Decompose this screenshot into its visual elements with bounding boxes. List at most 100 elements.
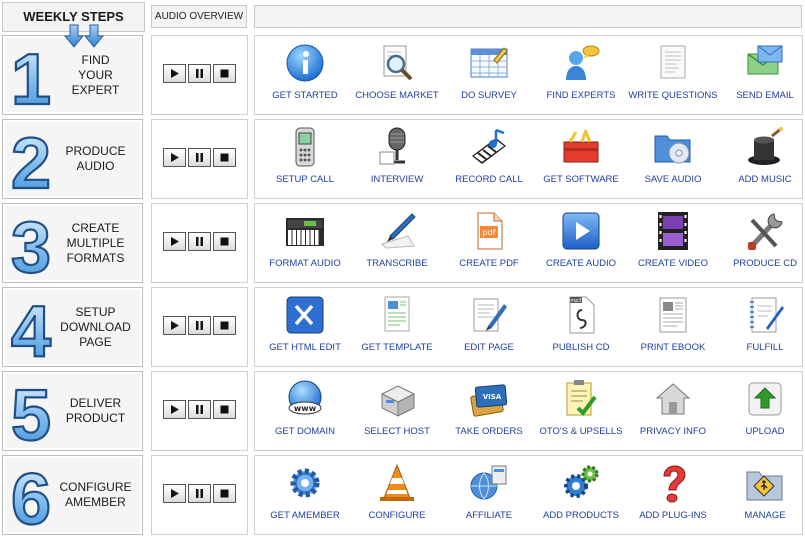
stop-button[interactable] <box>213 148 236 167</box>
step-2-icon-grid: SETUP CALL INTERVIEW RECORD CALL GET SOF… <box>254 119 803 199</box>
play-button[interactable] <box>163 64 186 83</box>
stop-button[interactable] <box>213 64 236 83</box>
pause-button[interactable] <box>188 484 211 503</box>
step-3-item-film-strip[interactable]: CREATE VIDEO <box>626 210 720 280</box>
step-6-icon-grid: GET AMEMBER CONFIGURE AFFILIATE ADD PROD… <box>254 455 803 535</box>
step-1-item-note-doc[interactable]: WRITE QUESTIONS <box>626 42 720 112</box>
magic-hat-icon <box>748 126 783 165</box>
synthesizer-icon <box>286 218 324 246</box>
step-5-title: DELIVER PRODUCT <box>65 396 126 425</box>
step-4-item-newspaper[interactable]: PRINT EBOOK <box>626 294 720 364</box>
step-1-item-magnifier-doc[interactable]: CHOOSE MARKET <box>350 42 444 112</box>
stop-icon <box>220 149 229 167</box>
note-doc-icon <box>660 45 686 79</box>
item-label: WRITE QUESTIONS <box>628 90 718 101</box>
pause-button[interactable] <box>188 64 211 83</box>
step-5-item-server[interactable]: SELECT HOST <box>350 378 444 448</box>
step-4-item-blue-tools[interactable]: GET HTML EDIT <box>258 294 352 364</box>
play-button[interactable] <box>163 232 186 251</box>
step-6-item-traffic-cone[interactable]: CONFIGURE <box>350 462 444 532</box>
step-1-item-spreadsheet[interactable]: DO SURVEY <box>442 42 536 112</box>
step-6-audio-player <box>151 455 248 535</box>
microphone-icon <box>379 127 406 165</box>
doc-template-icon <box>384 296 410 332</box>
step-6-box[interactable]: 6 CONFIGURE AMEMBER <box>2 455 143 535</box>
step-4-item-edit-doc[interactable]: EDIT PAGE <box>442 294 536 364</box>
item-label: FULFILL <box>746 342 784 353</box>
pause-icon <box>195 317 204 335</box>
item-label: CREATE AUDIO <box>545 258 617 269</box>
stop-icon <box>220 317 229 335</box>
step-3-box[interactable]: 3 CREATE MULTIPLE FORMATS <box>2 203 143 283</box>
play-icon <box>170 233 179 251</box>
step-3-item-tools[interactable]: PRODUCE CD <box>718 210 805 280</box>
step-5-item-globe-www[interactable]: www GET DOMAIN <box>258 378 352 448</box>
stop-button[interactable] <box>213 316 236 335</box>
stop-button[interactable] <box>213 484 236 503</box>
step-1-item-user-chat[interactable]: FIND EXPERTS <box>534 42 628 112</box>
item-label: ADD MUSIC <box>738 174 792 185</box>
item-label: UPLOAD <box>745 426 785 437</box>
item-label: PRINT EBOOK <box>640 342 706 353</box>
step-5-item-house[interactable]: PRIVACY INFO <box>626 378 720 448</box>
svg-text:mp3: mp3 <box>570 298 581 304</box>
step-4-item-doc-template[interactable]: GET TEMPLATE <box>350 294 444 364</box>
step-3-item-play-button[interactable]: CREATE AUDIO <box>534 210 628 280</box>
stop-button[interactable] <box>213 400 236 419</box>
svg-text:3: 3 <box>11 210 51 278</box>
play-button[interactable] <box>163 484 186 503</box>
step-4-title: SETUP DOWNLOAD PAGE <box>60 304 131 349</box>
pause-button[interactable] <box>188 316 211 335</box>
play-button[interactable] <box>163 400 186 419</box>
step-6-item-question-mark[interactable]: ADD PLUG-INS <box>626 462 720 532</box>
step-4-icon-grid: GET HTML EDIT GET TEMPLATE EDIT PAGE mp3… <box>254 287 803 367</box>
item-label: GET STARTED <box>272 90 338 101</box>
music-keyboard-icon <box>472 128 506 164</box>
pause-button[interactable] <box>188 232 211 251</box>
item-label: PRIVACY INFO <box>639 426 707 437</box>
step-5-item-upload-arrow[interactable]: UPLOAD <box>718 378 805 448</box>
step-4-item-mp3-file[interactable]: mp3 PUBLISH CD <box>534 294 628 364</box>
stop-button[interactable] <box>213 232 236 251</box>
tools-icon <box>748 213 783 250</box>
step-2-box[interactable]: 2 PRODUCE AUDIO <box>2 119 143 199</box>
step-1-item-info[interactable]: GET STARTED <box>258 42 352 112</box>
step-2-item-folder-cd[interactable]: SAVE AUDIO <box>626 126 720 196</box>
step-number-1-icon: 1 <box>10 42 52 110</box>
step-2-item-mobile-phone[interactable]: SETUP CALL <box>258 126 352 196</box>
step-5-item-credit-cards[interactable]: VISA TAKE ORDERS <box>442 378 536 448</box>
pause-button[interactable] <box>188 400 211 419</box>
step-2-item-toolbox[interactable]: GET SOFTWARE <box>534 126 628 196</box>
step-6-item-folder-sign[interactable]: MANAGE <box>718 462 805 532</box>
step-3-item-synthesizer[interactable]: FORMAT AUDIO <box>258 210 352 280</box>
notebook-pen-icon <box>750 297 784 333</box>
pdf-file-icon: pdf <box>477 212 503 250</box>
step-3-item-pen-paper[interactable]: TRANSCRIBE <box>350 210 444 280</box>
step-6-item-gears[interactable]: GET AMEMBER <box>258 462 352 532</box>
mp3-file-icon: mp3 <box>569 296 595 334</box>
play-button[interactable] <box>163 316 186 335</box>
stop-icon <box>220 65 229 83</box>
step-6-title: CONFIGURE AMEMBER <box>59 480 132 509</box>
step-4-box[interactable]: 4 SETUP DOWNLOAD PAGE <box>2 287 143 367</box>
play-button[interactable] <box>163 148 186 167</box>
item-label: TAKE ORDERS <box>455 426 523 437</box>
step-5-item-checklist[interactable]: OTO'S & UPSELLS <box>534 378 628 448</box>
step-row-4: 4 SETUP DOWNLOAD PAGE GET HTML EDIT GET … <box>0 287 805 367</box>
pause-button[interactable] <box>188 148 211 167</box>
step-6-item-colored-gears[interactable]: ADD PRODUCTS <box>534 462 628 532</box>
step-4-item-notebook-pen[interactable]: FULFILL <box>718 294 805 364</box>
step-6-item-network-globe[interactable]: AFFILIATE <box>442 462 536 532</box>
house-icon <box>655 383 691 415</box>
pause-icon <box>195 485 204 503</box>
step-2-item-microphone[interactable]: INTERVIEW <box>350 126 444 196</box>
step-1-item-envelope[interactable]: SEND EMAIL <box>718 42 805 112</box>
step-3-icon-grid: FORMAT AUDIO TRANSCRIBE pdf CREATE PDF C… <box>254 203 803 283</box>
stop-icon <box>220 233 229 251</box>
step-3-item-pdf-file[interactable]: pdf CREATE PDF <box>442 210 536 280</box>
item-label: SAVE AUDIO <box>644 174 702 185</box>
step-2-item-magic-hat[interactable]: ADD MUSIC <box>718 126 805 196</box>
step-2-item-music-keyboard[interactable]: RECORD CALL <box>442 126 536 196</box>
pen-paper-icon <box>381 213 416 249</box>
step-5-box[interactable]: 5 DELIVER PRODUCT <box>2 371 143 451</box>
